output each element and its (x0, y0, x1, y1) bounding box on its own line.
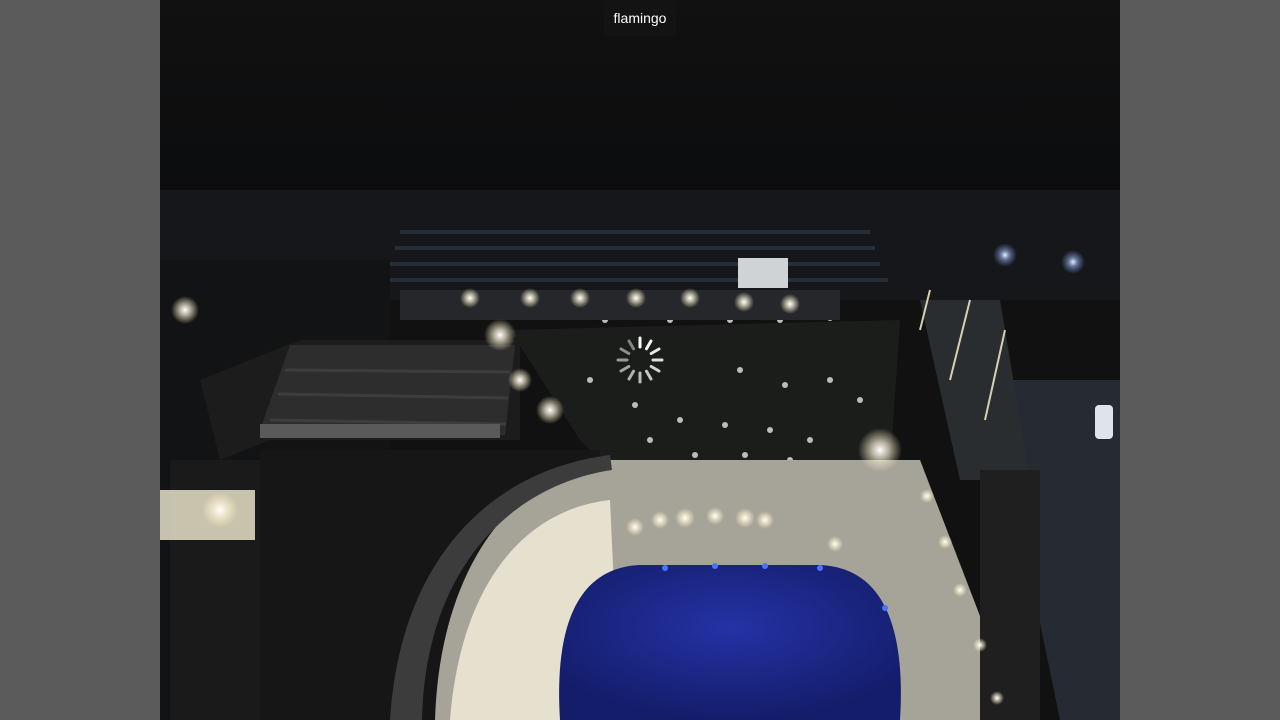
terrace-lawn (510, 320, 900, 470)
webcam-viewer: flamingo (0, 0, 1280, 720)
parked-car (1095, 405, 1113, 439)
loading-spinner-icon (614, 334, 666, 386)
swimming-pool (559, 565, 901, 720)
camera-title: flamingo (604, 0, 676, 36)
